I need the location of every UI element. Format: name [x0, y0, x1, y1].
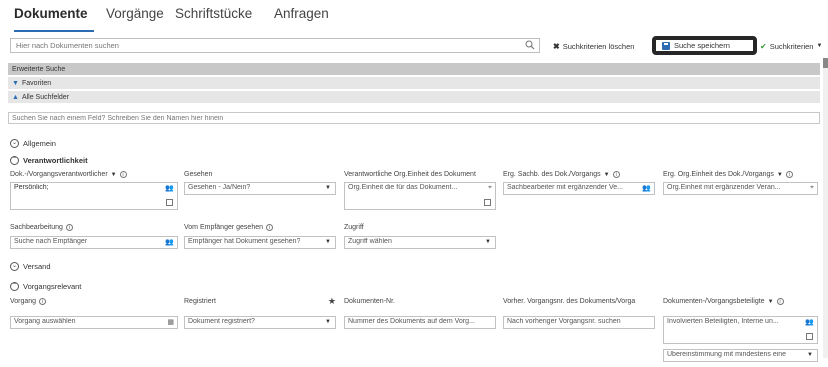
active-tab-indicator [14, 30, 94, 32]
registriert-select[interactable]: Dokument registriert? ▼ [184, 316, 336, 329]
zugriff-select[interactable]: Zugriff wählen ▼ [344, 236, 496, 249]
info-icon[interactable]: i [119, 171, 127, 178]
advanced-search-header[interactable]: Erweiterte Suche [8, 63, 820, 75]
clear-criteria-button[interactable]: ✖ Suchkriterien löschen [553, 39, 634, 53]
gesehen-select[interactable]: Gesehen - Ja/Nein? ▼ [184, 182, 336, 195]
group-versand-label: Versand [23, 261, 51, 271]
chevron-down-icon: ▼ [325, 319, 331, 325]
document-search-input[interactable] [11, 39, 516, 52]
match-mode-select[interactable]: Übereinstimmung mit mindestens eine ▼ [663, 349, 818, 362]
field-label-erg-org: Erg. Org.Einheit des Dok./Vorgangs ▼ i [663, 171, 793, 178]
field-label-org-einheit: Verantwortliche Org.Einheit des Dokument [344, 171, 476, 178]
people-picker-icon[interactable]: 👥 [165, 238, 174, 246]
save-search-button[interactable]: Suche speichern [652, 36, 757, 55]
people-picker-icon[interactable]: 👥 [642, 184, 651, 192]
save-search-label: Suche speichern [674, 41, 730, 50]
search-criteria-button[interactable]: ✔ Suchkriterien ▼ [760, 39, 822, 53]
people-picker-icon[interactable]: 👥 [805, 318, 814, 326]
field-label-erg-sachb: Erg. Sachb. des Dok./Vorgangs ▼ i [503, 171, 620, 178]
advanced-search-label: Erweiterte Suche [12, 65, 66, 73]
field-search-input[interactable] [9, 113, 792, 124]
field-label-beteiligte: Dokumenten-/Vorgangsbeteiligte ▼ i [663, 298, 784, 305]
field-label-vorher-vorgangsnr: Vorher. Vorgangsnr. des Dokuments/Vorga [503, 298, 636, 305]
chevron-down-icon: ▼ [325, 185, 331, 191]
tab-anfragen[interactable]: Anfragen [274, 6, 329, 21]
vertical-scrollbar[interactable] [823, 58, 828, 358]
sachbearbeitung-field[interactable]: Suche nach Empfänger 👥 [10, 236, 178, 249]
vorgang-field[interactable]: Vorgang auswählen ▦ [10, 316, 178, 329]
chevron-down-icon: ▼ [12, 79, 19, 87]
field-search-box [8, 112, 820, 124]
all-fields-toggle[interactable]: ▲ Alle Suchfelder [8, 91, 820, 103]
all-fields-label: Alle Suchfelder [21, 93, 70, 101]
verantwortlicher-field[interactable]: Persönlich; 👥 [10, 182, 178, 210]
chevron-down-icon: ▼ [485, 239, 491, 245]
vom-empfaenger-select[interactable]: Empfänger hat Dokument gesehen? ▼ [184, 236, 336, 249]
clear-criteria-label: Suchkriterien löschen [562, 41, 635, 51]
expand-field-icon[interactable] [484, 199, 491, 206]
field-label-sachbearbeitung: Sachbearbeitung i [10, 224, 73, 231]
document-search-box [10, 38, 540, 53]
field-label-registriert: Registriert ★ [184, 296, 336, 307]
chevron-down-icon[interactable]: ▼ [604, 172, 610, 178]
info-icon[interactable]: i [776, 298, 784, 305]
expand-icon: ⌄ [10, 261, 19, 271]
expand-field-icon[interactable] [166, 199, 173, 206]
people-picker-icon[interactable]: 👥 [165, 184, 174, 192]
chevron-down-icon[interactable]: ▼ [777, 172, 783, 178]
org-picker-icon[interactable]: ⌖ [488, 184, 492, 192]
org-einheit-field[interactable]: Org.Einheit die für das Dokument... ⌖ [344, 182, 496, 210]
erg-sachb-field[interactable]: Sachbearbeiter mit ergänzender Ve... 👥 [503, 182, 655, 195]
group-verantwortlichkeit[interactable]: ⌃ Verantwortlichkeit [10, 154, 88, 166]
collapse-icon: ⌃ [10, 155, 19, 165]
info-icon[interactable]: i [612, 171, 620, 178]
group-versand[interactable]: ⌄ Versand [10, 260, 51, 272]
search-icon[interactable] [525, 40, 535, 50]
chevron-down-icon[interactable]: ▼ [111, 172, 117, 178]
close-icon: ✖ [553, 41, 560, 51]
collapse-icon: ⌃ [10, 281, 19, 291]
info-icon[interactable]: i [39, 298, 47, 305]
beteiligte-field[interactable]: Involvierten Beteiligten, Interne un... … [663, 316, 818, 344]
vorher-vorgangsnr-input[interactable]: Nach vorheriger Vorgangsnr. suchen [503, 316, 655, 329]
field-label-verantwortlicher: Dok.-/Vorgangsverantwortlicher ▼ i [10, 171, 127, 178]
expand-field-icon[interactable] [806, 333, 813, 340]
group-allgemein[interactable]: ⌄ Allgemein [10, 137, 56, 149]
info-icon[interactable]: i [785, 171, 793, 178]
chevron-down-icon: ▼ [325, 239, 331, 245]
info-icon[interactable]: i [266, 224, 273, 231]
chevron-down-icon: ▼ [807, 352, 813, 358]
group-vorgangsrelevant[interactable]: ⌃ Vorgangsrelevant [10, 280, 81, 292]
erg-org-field[interactable]: Org.Einheit mit ergänzender Veran... ⌖ [663, 182, 818, 195]
dokumenten-nr-input[interactable]: Nummer des Dokuments auf dem Vorg... [344, 316, 496, 329]
chevron-down-icon: ▼ [816, 43, 823, 49]
expand-icon: ⌄ [10, 138, 19, 148]
field-label-gesehen: Gesehen [184, 171, 213, 178]
tab-vorgaenge[interactable]: Vorgänge [106, 6, 164, 21]
field-label-vom-empfaenger: Vom Empfänger gesehen i [184, 224, 273, 231]
group-vorgangsrelevant-label: Vorgangsrelevant [23, 281, 82, 291]
chevron-up-icon: ▲ [12, 93, 19, 101]
group-verantwortlichkeit-label: Verantwortlichkeit [23, 155, 88, 165]
grid-picker-icon[interactable]: ▦ [167, 318, 174, 326]
search-toolbar: ✖ Suchkriterien löschen Suche speichern … [8, 36, 828, 56]
org-picker-icon[interactable]: ⌖ [810, 184, 814, 192]
scrollbar-thumb[interactable] [823, 58, 828, 68]
group-allgemein-label: Allgemein [23, 138, 56, 148]
checkmark-icon: ✔ [760, 41, 767, 51]
info-icon[interactable]: i [65, 224, 73, 231]
field-label-dokumenten-nr: Dokumenten-Nr. [344, 298, 395, 305]
chevron-down-icon[interactable]: ▼ [768, 299, 774, 305]
tab-dokumente[interactable]: Dokumente [14, 6, 88, 21]
star-icon[interactable]: ★ [328, 296, 336, 307]
field-label-vorgang: Vorgang i [10, 298, 47, 305]
favorites-label: Favoriten [21, 79, 52, 87]
favorites-toggle[interactable]: ▼ Favoriten [8, 77, 820, 89]
save-disk-icon [662, 41, 670, 50]
search-criteria-label: Suchkriterien [769, 41, 814, 51]
tab-schriftstuecke[interactable]: Schriftstücke [175, 6, 252, 21]
field-label-zugriff: Zugriff [344, 224, 364, 231]
